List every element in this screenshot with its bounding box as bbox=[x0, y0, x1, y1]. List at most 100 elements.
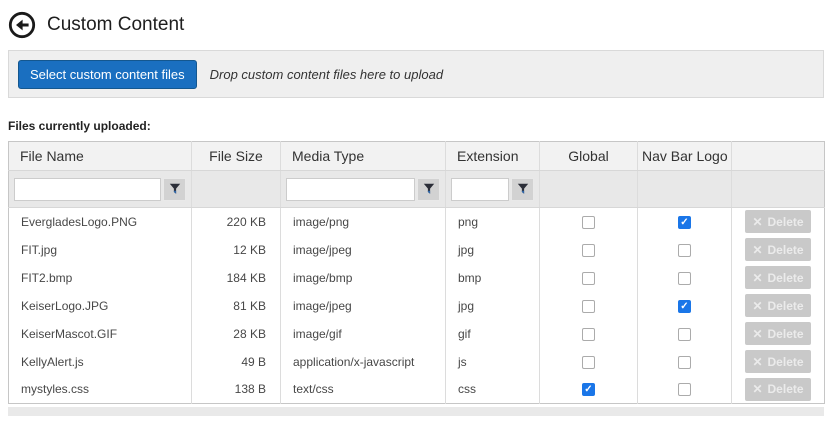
cell-media: image/bmp bbox=[281, 264, 446, 292]
navbar-checkbox[interactable] bbox=[678, 328, 691, 341]
delete-button[interactable]: ✕Delete bbox=[745, 294, 811, 317]
table-row: KeiserLogo.JPG81 KBimage/jpegjpg✓✕Delete bbox=[9, 292, 825, 320]
x-icon: ✕ bbox=[752, 215, 762, 229]
funnel-icon bbox=[517, 183, 529, 195]
navbar-checkbox[interactable] bbox=[678, 356, 691, 369]
cell-media: image/png bbox=[281, 208, 446, 236]
filter-input-name[interactable] bbox=[14, 178, 161, 201]
navbar-checkbox[interactable] bbox=[678, 272, 691, 285]
page-header: Custom Content bbox=[8, 10, 824, 40]
global-checkbox[interactable] bbox=[582, 328, 595, 341]
global-checkbox[interactable] bbox=[582, 216, 595, 229]
cell-navbar: ✓ bbox=[638, 292, 732, 320]
custom-content-page: Custom Content Select custom content fil… bbox=[0, 0, 832, 424]
filter-button-media[interactable] bbox=[417, 178, 440, 201]
filter-cell-global bbox=[540, 171, 638, 208]
column-header-size[interactable]: File Size bbox=[192, 142, 281, 171]
cell-global bbox=[540, 264, 638, 292]
funnel-icon bbox=[169, 183, 181, 195]
navbar-checkbox[interactable] bbox=[678, 383, 691, 396]
cell-size: 184 KB bbox=[192, 264, 281, 292]
x-icon: ✕ bbox=[752, 243, 762, 257]
table-footer-strip bbox=[8, 407, 824, 416]
cell-media: image/gif bbox=[281, 320, 446, 348]
filter-cell-name bbox=[9, 171, 192, 208]
delete-button[interactable]: ✕Delete bbox=[745, 266, 811, 289]
cell-global bbox=[540, 292, 638, 320]
table-row: KellyAlert.js49 Bapplication/x-javascrip… bbox=[9, 348, 825, 376]
column-header-media[interactable]: Media Type bbox=[281, 142, 446, 171]
cell-ext: css bbox=[446, 376, 540, 404]
cell-media: application/x-javascript bbox=[281, 348, 446, 376]
files-table: File NameFile SizeMedia TypeExtensionGlo… bbox=[8, 141, 825, 404]
cell-navbar bbox=[638, 264, 732, 292]
back-button[interactable] bbox=[8, 11, 36, 39]
navbar-checkbox[interactable]: ✓ bbox=[678, 300, 691, 313]
delete-button[interactable]: ✕ Delete bbox=[745, 322, 811, 345]
table-row: FIT2.bmp184 KBimage/bmpbmp✕Delete bbox=[9, 264, 825, 292]
cell-name: KeiserMascot.GIF bbox=[9, 320, 192, 348]
cell-navbar bbox=[638, 376, 732, 404]
column-header-ext[interactable]: Extension bbox=[446, 142, 540, 171]
table-body: EvergladesLogo.PNG220 KBimage/pngpng✓✕De… bbox=[9, 208, 825, 404]
delete-button[interactable]: ✕ Delete bbox=[745, 238, 811, 261]
cell-size: 220 KB bbox=[192, 208, 281, 236]
filter-cell-media bbox=[281, 171, 446, 208]
cell-navbar bbox=[638, 320, 732, 348]
cell-actions: ✕ Delete bbox=[732, 236, 825, 264]
cell-navbar bbox=[638, 236, 732, 264]
cell-size: 28 KB bbox=[192, 320, 281, 348]
select-files-button[interactable]: Select custom content files bbox=[18, 60, 197, 89]
filter-cell-actions bbox=[732, 171, 825, 208]
delete-button[interactable]: ✕Delete bbox=[745, 378, 811, 401]
cell-global bbox=[540, 348, 638, 376]
global-checkbox[interactable]: ✓ bbox=[582, 383, 595, 396]
funnel-icon bbox=[423, 183, 435, 195]
cell-size: 12 KB bbox=[192, 236, 281, 264]
cell-ext: js bbox=[446, 348, 540, 376]
filter-row bbox=[9, 171, 825, 208]
delete-button-label: Delete bbox=[768, 355, 804, 369]
delete-button-label: Delete bbox=[768, 271, 804, 285]
cell-size: 138 B bbox=[192, 376, 281, 404]
delete-button-label: Delete bbox=[768, 327, 804, 341]
global-checkbox[interactable] bbox=[582, 272, 595, 285]
filter-button-ext[interactable] bbox=[511, 178, 534, 201]
filter-input-ext[interactable] bbox=[451, 178, 509, 201]
column-header-actions bbox=[732, 142, 825, 171]
column-header-navbar[interactable]: Nav Bar Logo bbox=[638, 142, 732, 171]
global-checkbox[interactable] bbox=[582, 300, 595, 313]
delete-button-label: Delete bbox=[768, 215, 804, 229]
global-checkbox[interactable] bbox=[582, 244, 595, 257]
filter-input-media[interactable] bbox=[286, 178, 415, 201]
table-row: EvergladesLogo.PNG220 KBimage/pngpng✓✕De… bbox=[9, 208, 825, 236]
filter-cell-size bbox=[192, 171, 281, 208]
delete-button-label: Delete bbox=[768, 243, 804, 257]
delete-button-label: Delete bbox=[768, 299, 804, 313]
delete-button[interactable]: ✕Delete bbox=[745, 350, 811, 373]
filter-button-name[interactable] bbox=[163, 178, 186, 201]
cell-media: image/jpeg bbox=[281, 292, 446, 320]
column-header-global[interactable]: Global bbox=[540, 142, 638, 171]
upload-dropzone[interactable]: Select custom content files Drop custom … bbox=[8, 50, 824, 98]
navbar-checkbox[interactable]: ✓ bbox=[678, 216, 691, 229]
cell-actions: ✕Delete bbox=[732, 292, 825, 320]
cell-size: 49 B bbox=[192, 348, 281, 376]
cell-media: text/css bbox=[281, 376, 446, 404]
cell-navbar: ✓ bbox=[638, 208, 732, 236]
cell-name: mystyles.css bbox=[9, 376, 192, 404]
cell-actions: ✕ Delete bbox=[732, 208, 825, 236]
column-header-name[interactable]: File Name bbox=[9, 142, 192, 171]
global-checkbox[interactable] bbox=[582, 356, 595, 369]
cell-global: ✓ bbox=[540, 376, 638, 404]
cell-name: FIT2.bmp bbox=[9, 264, 192, 292]
delete-button[interactable]: ✕ Delete bbox=[745, 210, 811, 233]
header-row: File NameFile SizeMedia TypeExtensionGlo… bbox=[9, 142, 825, 171]
cell-global bbox=[540, 320, 638, 348]
navbar-checkbox[interactable] bbox=[678, 244, 691, 257]
cell-name: KeiserLogo.JPG bbox=[9, 292, 192, 320]
x-icon: ✕ bbox=[752, 327, 762, 341]
cell-name: FIT.jpg bbox=[9, 236, 192, 264]
cell-actions: ✕ Delete bbox=[732, 320, 825, 348]
cell-media: image/jpeg bbox=[281, 236, 446, 264]
